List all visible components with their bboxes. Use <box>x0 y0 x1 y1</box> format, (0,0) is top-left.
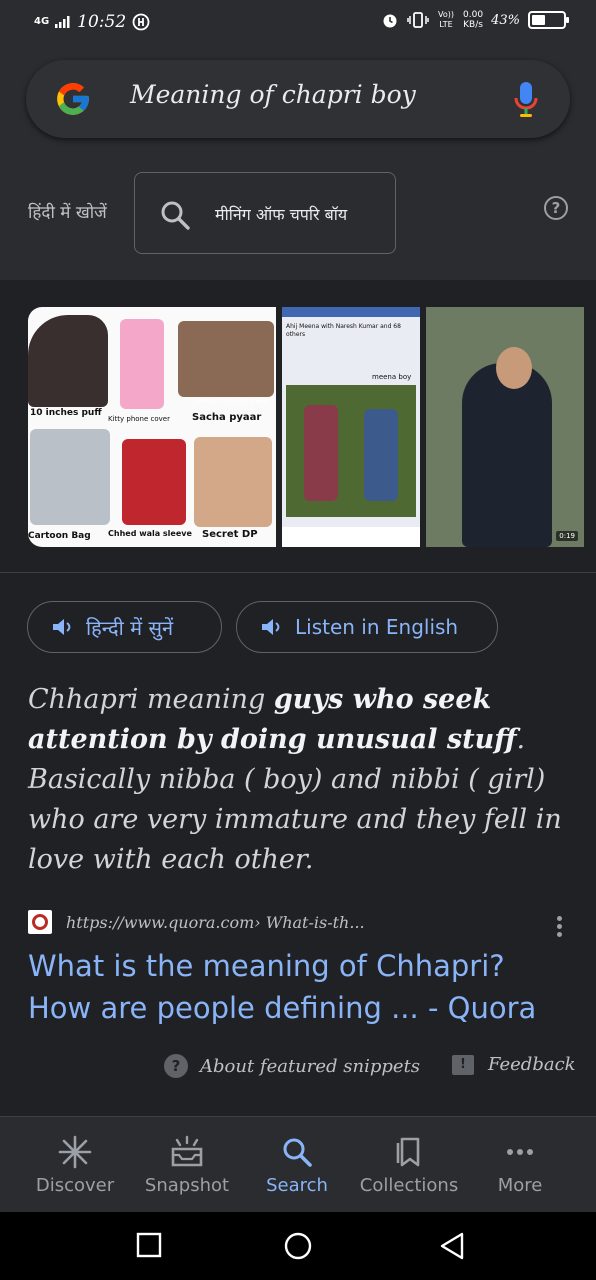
battery-icon <box>528 11 569 29</box>
result-path: › What-is-th... <box>254 912 365 932</box>
feedback-link[interactable]: ! Feedback <box>452 1054 576 1075</box>
recents-icon[interactable] <box>136 1232 162 1258</box>
asterisk-icon <box>58 1135 92 1169</box>
listen-english-button[interactable]: Listen in English <box>236 601 498 653</box>
listen-hindi-button[interactable]: हिन्दी में सुनें <box>27 601 222 653</box>
speaker-icon <box>53 619 71 635</box>
nav-collections-label: Collections <box>359 1175 459 1196</box>
fb-bottombar <box>282 527 420 547</box>
photo-bag <box>30 429 110 525</box>
nav-discover[interactable]: Discover <box>20 1117 130 1213</box>
bottom-nav: Discover Snapshot Search Collections Mor… <box>0 1116 596 1212</box>
caption-sacha: Sacha pyaar <box>192 412 262 423</box>
help-icon[interactable]: ? <box>544 196 568 220</box>
network-indicator: 4G <box>34 16 50 27</box>
hindi-search-row: हिंदी में खोजें मीनिंग ऑफ चपरि बॉय ? <box>0 154 596 280</box>
search-icon <box>161 201 190 230</box>
nav-discover-label: Discover <box>35 1175 115 1196</box>
photo-phone-cover <box>120 319 164 409</box>
quora-favicon-icon <box>28 910 52 934</box>
status-bar: 4G 10:52 Vo)) LTE 0.00 KB/s 43% <box>0 0 596 44</box>
help-icon: ? <box>164 1054 188 1078</box>
video-person <box>462 363 552 547</box>
header: Meaning of chapri boy <box>0 44 596 154</box>
snippet-before: Chhapri meaning <box>28 684 274 715</box>
battery-level <box>532 15 545 25</box>
divider <box>0 572 596 573</box>
fb-person-1 <box>304 405 338 501</box>
nav-more[interactable]: More <box>470 1117 570 1213</box>
alarm-icon <box>383 14 397 28</box>
image-fb-post[interactable]: Ahij Meena with Naresh Kumar and 68 othe… <box>282 307 420 547</box>
vibrate-icon <box>407 12 429 28</box>
collections-icon <box>396 1137 420 1167</box>
data-saver-icon <box>132 13 150 31</box>
mic-icon[interactable] <box>514 82 538 118</box>
photo-secret <box>194 437 272 527</box>
nav-search[interactable]: Search <box>242 1117 352 1213</box>
video-face <box>496 347 532 389</box>
google-g-icon[interactable] <box>54 80 92 118</box>
image-carousel[interactable]: 10 inches puff Kitty phone cover Jeenge … <box>28 307 596 547</box>
result-source[interactable]: https://www.quora.com › What-is-th... <box>28 910 365 934</box>
caption-bag: Cartoon Bag <box>28 531 91 541</box>
signal-icon <box>55 16 70 28</box>
photo-sleeve <box>122 439 186 525</box>
feedback-label: Feedback <box>488 1054 576 1075</box>
caption-secret: Secret DP <box>202 529 258 540</box>
nav-snapshot-label: Snapshot <box>144 1175 230 1196</box>
caption-sleeve: Chhed wala sleeve <box>108 529 192 538</box>
featured-snippet-text: Chhapri meaning guys who seek attention … <box>28 680 573 880</box>
feedback-icon: ! <box>452 1054 474 1075</box>
nav-snapshot[interactable]: Snapshot <box>132 1117 242 1213</box>
hindi-search-chip[interactable]: मीनिंग ऑफ चपरि बॉय <box>134 172 396 254</box>
speaker-icon <box>262 619 280 635</box>
fb-post-author: Ahij Meena with Naresh Kumar and 68 othe… <box>286 323 401 338</box>
fb-person-2 <box>364 409 398 501</box>
listen-hindi-label: हिन्दी में सुनें <box>86 615 174 640</box>
search-bar[interactable]: Meaning of chapri boy <box>26 60 570 138</box>
search-icon <box>283 1138 312 1167</box>
about-label: About featured snippets <box>200 1055 421 1077</box>
battery-percent: 43% <box>491 12 520 28</box>
result-title-link[interactable]: What is the meaning of Chhapri? How are … <box>28 945 573 1029</box>
android-nav-bar <box>0 1212 596 1280</box>
search-query[interactable]: Meaning of chapri boy <box>130 80 416 109</box>
image-video[interactable]: 0:19 <box>426 307 584 547</box>
snapshot-icon <box>171 1135 203 1167</box>
home-icon[interactable] <box>284 1232 312 1260</box>
nav-collections[interactable]: Collections <box>350 1117 468 1213</box>
about-snippets-link[interactable]: ? About featured snippets <box>164 1054 420 1078</box>
fb-topbar <box>282 307 420 317</box>
volte-indicator: Vo)) LTE <box>438 10 455 29</box>
caption-jeenge: Jeenge bhi sath mein <box>194 397 268 405</box>
back-icon[interactable] <box>438 1232 466 1260</box>
image-collage[interactable]: 10 inches puff Kitty phone cover Jeenge … <box>28 307 276 547</box>
result-url: https://www.quora.com <box>66 912 255 932</box>
clock: 10:52 <box>77 12 127 32</box>
hindi-search-label: हिंदी में खोजें <box>28 203 107 223</box>
video-duration: 0:19 <box>556 531 578 541</box>
caption-puff: 10 inches puff <box>30 408 102 418</box>
fb-post-caption: meena boy <box>372 373 412 381</box>
caption-phone: Kitty phone cover <box>108 415 170 423</box>
more-options-icon[interactable] <box>554 916 564 940</box>
hindi-search-text: मीनिंग ऑफ चपरि बॉय <box>215 205 348 224</box>
photo-puff <box>28 315 108 407</box>
photo-couple <box>178 321 274 397</box>
net-speed: 0.00 KB/s <box>463 10 484 30</box>
listen-english-label: Listen in English <box>295 615 459 639</box>
nav-more-label: More <box>497 1175 543 1196</box>
nav-search-label: Search <box>266 1175 328 1196</box>
more-icon <box>507 1149 533 1155</box>
